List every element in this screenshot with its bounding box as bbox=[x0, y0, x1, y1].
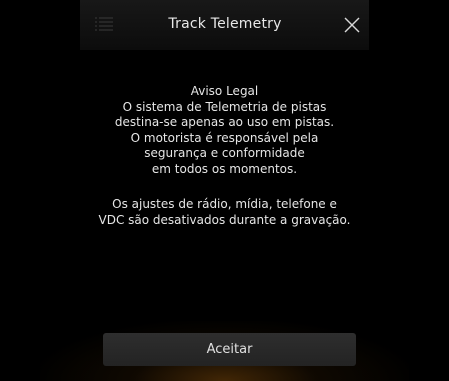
legal-notice-line: destina-se apenas ao uso em pistas. bbox=[114, 115, 335, 129]
settings-notice-line: VDC são desativados durante a gravação. bbox=[98, 212, 351, 227]
accept-button[interactable]: Aceitar bbox=[103, 333, 356, 366]
close-icon[interactable] bbox=[342, 15, 362, 35]
settings-disabled-notice: Os ajustes de rádio, mídia, telefone e V… bbox=[60, 197, 389, 228]
legal-notice-line: O sistema de Telemetria de pistas bbox=[122, 99, 327, 114]
legal-notice-line: O motorista é responsável pela bbox=[130, 130, 319, 145]
page-title: Track Telemetry bbox=[168, 16, 282, 32]
settings-notice-line: Os ajustes de rádio, mídia, telefone e bbox=[112, 197, 337, 211]
legal-notice: Aviso Legal O sistema de Telemetria de p… bbox=[60, 84, 389, 177]
legal-notice-heading: Aviso Legal bbox=[190, 84, 259, 98]
telemetry-disclaimer-screen: Track Telemetry Aviso Legal O sistema de… bbox=[0, 0, 449, 381]
menu-icon[interactable] bbox=[95, 15, 113, 33]
legal-notice-line: segurança e conformidade bbox=[144, 146, 305, 160]
legal-notice-line: em todos os momentos. bbox=[151, 161, 298, 176]
